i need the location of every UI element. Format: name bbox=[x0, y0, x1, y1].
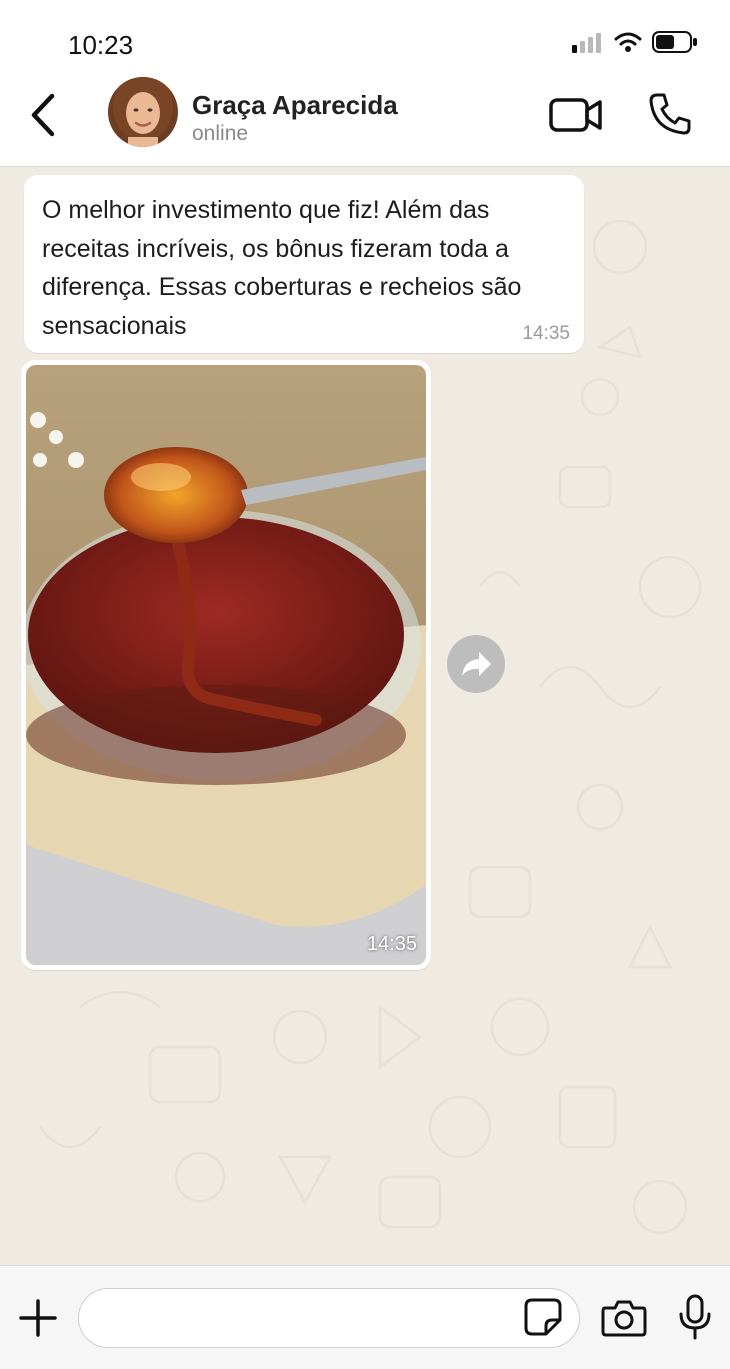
back-chevron-icon[interactable] bbox=[26, 90, 66, 140]
message-bubble-text[interactable]: O melhor investimento que fiz! Além das … bbox=[24, 175, 584, 353]
microphone-icon[interactable] bbox=[678, 1294, 712, 1340]
status-icons bbox=[572, 30, 698, 54]
avatar[interactable] bbox=[108, 77, 178, 147]
wifi-icon bbox=[614, 32, 642, 52]
sticker-icon[interactable] bbox=[524, 1298, 562, 1336]
chat-header: Graça Aparecida online bbox=[0, 77, 730, 167]
message-input[interactable] bbox=[78, 1288, 580, 1348]
camera-icon[interactable] bbox=[601, 1298, 647, 1338]
status-bar: 10:23 bbox=[0, 0, 730, 80]
message-timestamp: 14:35 bbox=[522, 323, 570, 344]
syrup-photo[interactable] bbox=[26, 365, 426, 965]
image-timestamp: 14:35 bbox=[366, 933, 417, 955]
plus-icon[interactable] bbox=[18, 1298, 58, 1338]
status-time: 10:23 bbox=[68, 30, 134, 60]
composer-bar bbox=[0, 1265, 730, 1369]
video-camera-icon[interactable] bbox=[549, 95, 603, 135]
chat-area[interactable]: O melhor investimento que fiz! Além das … bbox=[0, 167, 730, 1265]
phone-icon[interactable] bbox=[648, 92, 692, 136]
contact-name[interactable]: Graça Aparecida bbox=[192, 90, 398, 121]
forward-arrow-icon bbox=[462, 652, 491, 676]
contact-status: online bbox=[192, 122, 249, 145]
signal-icon bbox=[572, 33, 601, 53]
message-bubble-image[interactable]: 14:35 bbox=[21, 360, 431, 970]
message-text: O melhor investimento que fiz! Além das … bbox=[42, 196, 522, 340]
forward-button[interactable] bbox=[447, 635, 505, 693]
battery-icon bbox=[652, 31, 697, 53]
